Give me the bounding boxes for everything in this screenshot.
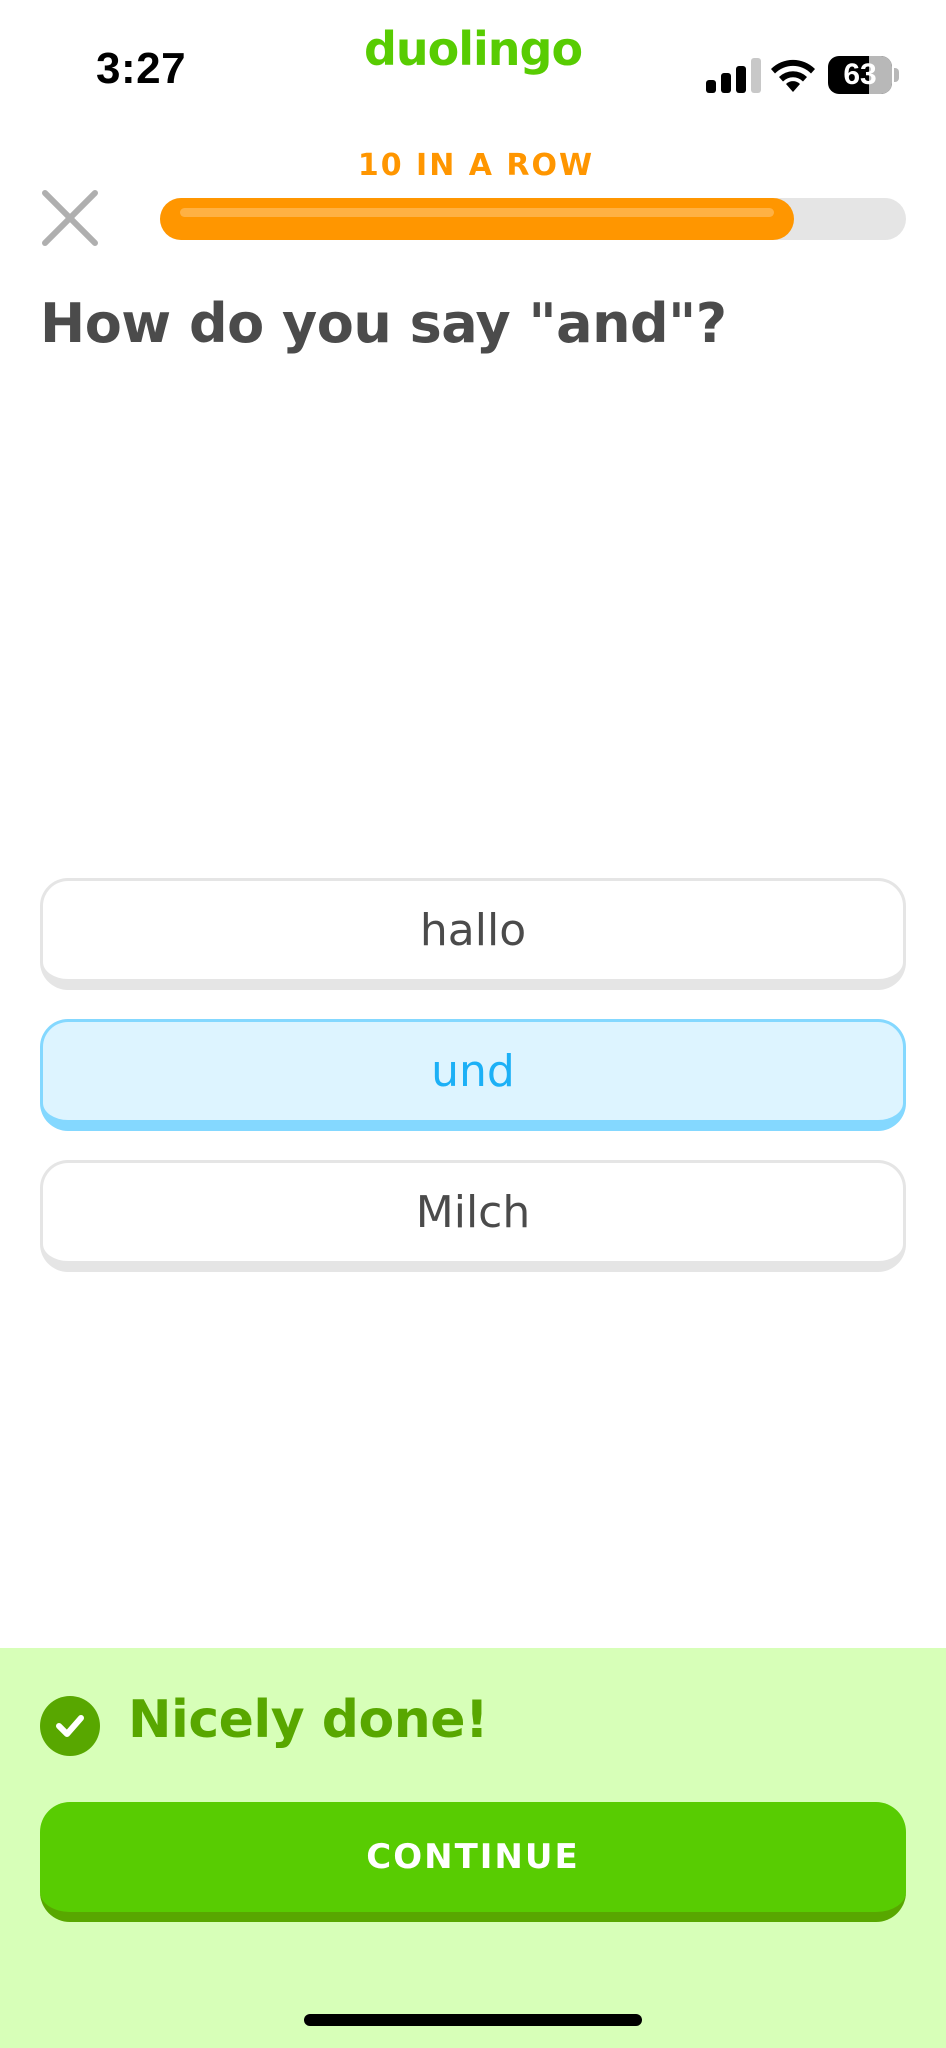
option-label: und bbox=[431, 1045, 515, 1097]
battery-level: 63 bbox=[843, 58, 877, 91]
success-badge bbox=[40, 1696, 100, 1756]
option-und[interactable]: und bbox=[40, 1019, 906, 1131]
checkmark-icon bbox=[56, 1715, 84, 1737]
progress-highlight bbox=[180, 208, 775, 217]
question-prompt: How do you say "and"? bbox=[40, 292, 727, 355]
streak-label: 10 IN A ROW bbox=[357, 148, 595, 183]
option-milch[interactable]: Milch bbox=[40, 1160, 906, 1272]
cellular-signal-icon bbox=[706, 58, 761, 93]
option-hallo[interactable]: hallo bbox=[40, 878, 906, 990]
home-indicator[interactable] bbox=[304, 2014, 642, 2026]
option-label: hallo bbox=[419, 904, 527, 956]
progress-fill bbox=[160, 198, 795, 240]
battery-tip bbox=[894, 68, 899, 82]
close-icon bbox=[42, 190, 98, 246]
lesson-progress-bar bbox=[160, 198, 906, 240]
continue-button[interactable]: CONTINUE bbox=[40, 1802, 906, 1922]
close-button[interactable] bbox=[36, 184, 104, 252]
battery-icon: 63 bbox=[828, 56, 892, 94]
continue-button-label: CONTINUE bbox=[366, 1837, 580, 1877]
feedback-title: Nicely done! bbox=[128, 1690, 489, 1750]
option-label: Milch bbox=[415, 1186, 531, 1238]
wifi-icon bbox=[771, 59, 815, 92]
